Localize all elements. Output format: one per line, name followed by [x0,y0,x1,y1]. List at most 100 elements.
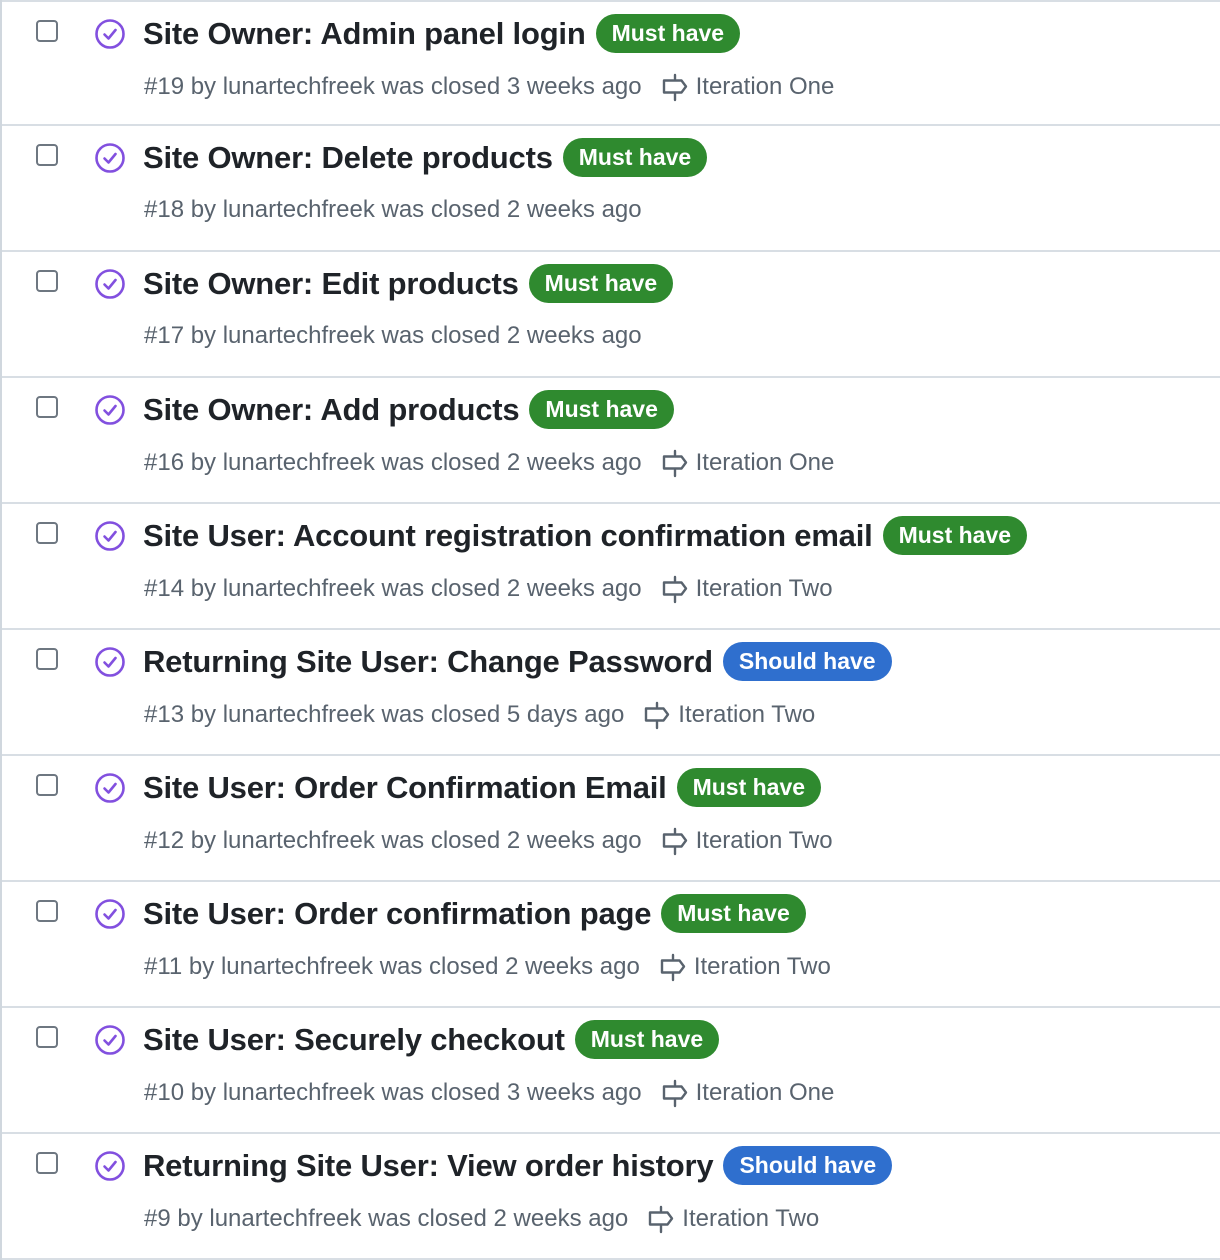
issue-title-line: Site User: Order Confirmation Email Must… [143,768,822,807]
milestone-icon [645,701,670,730]
milestone-icon [649,1205,674,1234]
priority-label-badge[interactable]: Must have [528,264,674,303]
check-circle-icon [95,899,125,929]
issue-row: Site Owner: Add products Must have #16 b… [2,378,1220,504]
issue-row: Site Owner: Edit products Must have #17 … [2,252,1220,378]
milestone-name: Iteration Two [693,953,831,980]
priority-label-badge[interactable]: Must have [661,894,806,933]
check-circle-icon [95,19,125,49]
issue-meta-text: #16 by lunartechfreek was closed 2 weeks… [144,449,642,476]
issue-title-link[interactable]: Site Owner: Admin panel login [143,16,586,52]
issue-row: Returning Site User: View order history … [2,1134,1220,1260]
select-issue-checkbox[interactable] [36,900,58,922]
select-issue-checkbox[interactable] [36,1152,58,1174]
priority-label-badge[interactable]: Should have [723,1146,893,1185]
milestone-link[interactable]: Iteration Two [646,1204,819,1234]
issue-meta-line: #18 by lunartechfreek was closed 2 weeks… [144,196,642,224]
issue-row: Site Owner: Delete products Must have #1… [2,126,1220,252]
issue-meta-line: #17 by lunartechfreek was closed 2 weeks… [144,322,642,350]
issue-meta-line: #14 by lunartechfreek was closed 2 weeks… [144,574,833,604]
issue-meta-text: #11 by lunartechfreek was closed 2 weeks… [144,953,640,980]
milestone-icon [662,575,687,604]
issue-list: Site Owner: Admin panel login Must have … [0,0,1220,1260]
milestone-link[interactable]: Iteration One [660,1078,834,1108]
issue-meta-line: #19 by lunartechfreek was closed 3 weeks… [144,72,834,102]
select-issue-checkbox[interactable] [36,774,58,796]
select-issue-checkbox[interactable] [36,1026,58,1048]
priority-label-badge[interactable]: Must have [562,138,708,177]
select-issue-checkbox[interactable] [36,396,58,418]
issue-meta-text: #9 by lunartechfreek was closed 2 weeks … [144,1205,629,1232]
issue-title-link[interactable]: Site User: Account registration confirma… [143,518,873,554]
priority-label-badge[interactable]: Must have [595,14,741,53]
issue-title-link[interactable]: Site Owner: Edit products [143,266,519,302]
check-circle-icon [95,143,125,173]
issue-title-link[interactable]: Returning Site User: Change Password [143,644,713,680]
issue-title-line: Site Owner: Admin panel login Must have [143,14,741,53]
milestone-link[interactable]: Iteration Two [658,952,831,982]
select-issue-checkbox[interactable] [36,20,58,42]
issue-row: Returning Site User: Change Password Sho… [2,630,1220,756]
issue-meta-text: #13 by lunartechfreek was closed 5 days … [144,701,625,728]
issue-row: Site User: Order Confirmation Email Must… [2,756,1220,882]
milestone-icon [660,953,686,982]
issue-meta-text: #14 by lunartechfreek was closed 2 weeks… [144,575,642,602]
issue-title-link[interactable]: Site Owner: Add products [143,392,520,428]
issue-meta-text: #19 by lunartechfreek was closed 3 weeks… [144,73,642,100]
milestone-name: Iteration Two [695,575,833,602]
issue-row: Site User: Account registration confirma… [2,504,1220,630]
priority-label-badge[interactable]: Should have [722,642,892,681]
issue-row: Site User: Securely checkout Must have #… [2,1008,1220,1134]
issue-meta-text: #18 by lunartechfreek was closed 2 weeks… [144,196,642,223]
issue-title-link[interactable]: Site User: Order confirmation page [143,896,651,932]
check-circle-icon [95,521,125,551]
priority-label-badge[interactable]: Must have [676,768,822,807]
issue-row: Site Owner: Admin panel login Must have … [2,0,1220,126]
priority-label-badge[interactable]: Must have [529,390,674,429]
milestone-link[interactable]: Iteration One [660,72,835,102]
issue-meta-line: #16 by lunartechfreek was closed 2 weeks… [144,448,834,478]
issue-title-link[interactable]: Returning Site User: View order history [143,1148,714,1184]
issue-meta-line: #13 by lunartechfreek was closed 5 days … [144,700,815,730]
select-issue-checkbox[interactable] [36,270,58,292]
issue-meta-text: #10 by lunartechfreek was closed 3 weeks… [144,1079,642,1106]
issue-meta-line: #11 by lunartechfreek was closed 2 weeks… [144,952,831,982]
priority-label-badge[interactable]: Must have [574,1020,720,1059]
issue-title-line: Site Owner: Add products Must have [143,390,674,429]
milestone-name: Iteration One [695,449,835,476]
milestone-name: Iteration Two [682,1205,820,1232]
issue-meta-line: #10 by lunartechfreek was closed 3 weeks… [144,1078,834,1108]
check-circle-icon [95,269,125,299]
milestone-name: Iteration One [695,73,835,100]
issue-title-line: Site Owner: Delete products Must have [143,138,708,177]
issue-row: Site User: Order confirmation page Must … [2,882,1220,1008]
milestone-icon [662,449,687,478]
issue-title-line: Returning Site User: Change Password Sho… [143,642,892,681]
select-issue-checkbox[interactable] [36,522,58,544]
priority-label-badge[interactable]: Must have [882,516,1028,555]
milestone-link[interactable]: Iteration One [660,448,835,478]
check-circle-icon [95,773,125,803]
check-circle-icon [95,647,125,677]
issue-meta-line: #9 by lunartechfreek was closed 2 weeks … [144,1204,819,1234]
milestone-link[interactable]: Iteration Two [660,574,833,604]
issue-title-line: Site User: Securely checkout Must have [143,1020,720,1059]
milestone-icon [662,73,687,102]
milestone-name: Iteration Two [695,827,833,854]
select-issue-checkbox[interactable] [36,144,58,166]
milestone-icon [662,1079,687,1108]
issue-meta-text: #17 by lunartechfreek was closed 2 weeks… [144,322,642,349]
check-circle-icon [95,1151,125,1181]
check-circle-icon [95,1025,125,1055]
milestone-link[interactable]: Iteration Two [660,826,833,856]
issue-title-link[interactable]: Site Owner: Delete products [143,140,553,176]
issue-title-line: Site Owner: Edit products Must have [143,264,674,303]
issue-title-line: Site User: Account registration confirma… [143,516,1028,555]
issue-title-line: Site User: Order confirmation page Must … [143,894,806,933]
issue-title-link[interactable]: Site User: Securely checkout [143,1022,565,1058]
check-circle-icon [95,395,125,425]
milestone-link[interactable]: Iteration Two [642,700,815,730]
issue-title-link[interactable]: Site User: Order Confirmation Email [143,770,667,806]
milestone-name: Iteration Two [678,701,816,728]
select-issue-checkbox[interactable] [36,648,58,670]
